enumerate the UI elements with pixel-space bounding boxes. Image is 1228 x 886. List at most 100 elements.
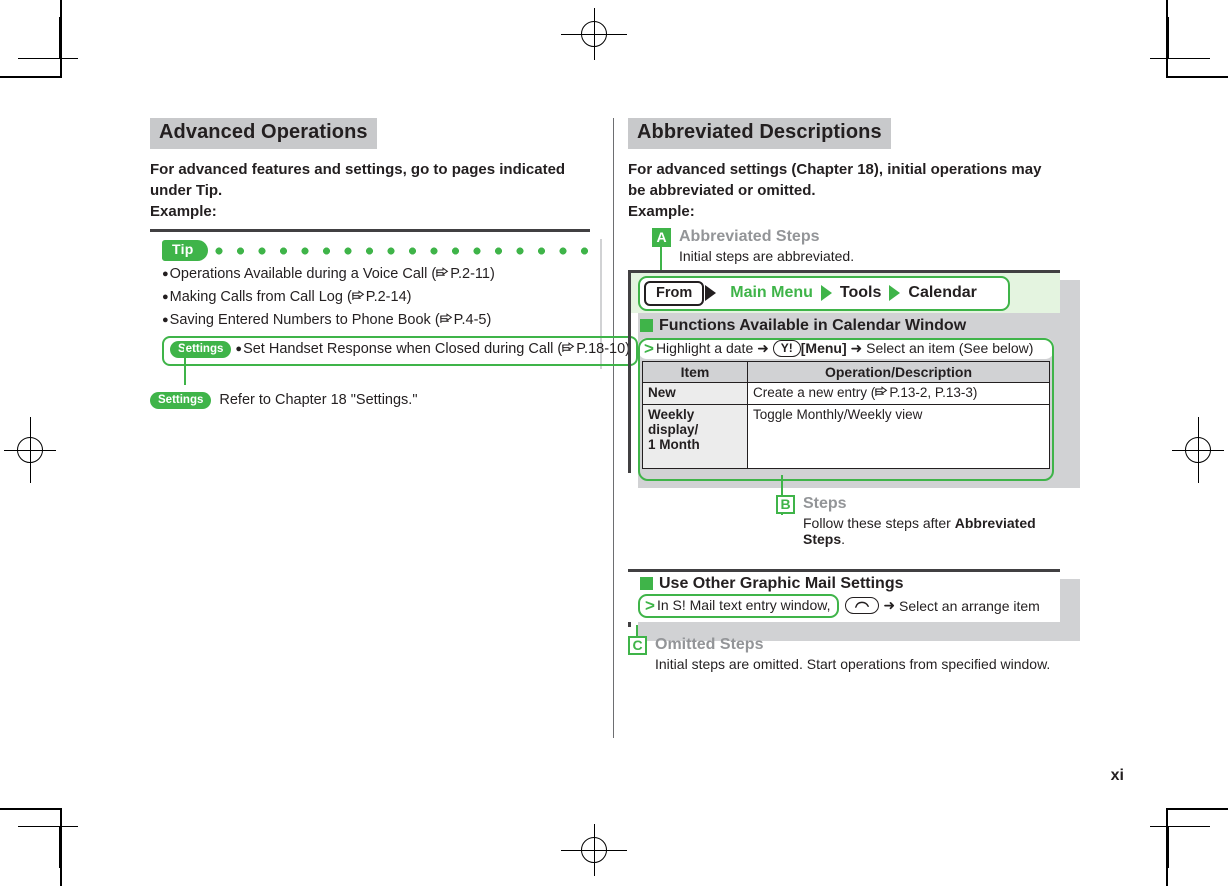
menu-key-label: [Menu] [801, 340, 847, 356]
table-cell-close: ) [973, 385, 978, 400]
callout-b-desc: Follow these steps after Abbreviated Ste… [803, 515, 1078, 547]
callout-c: C Omitted Steps Initial steps are omitte… [628, 636, 1078, 672]
bullet-icon: ● [162, 314, 169, 326]
settings-badge: Settings [150, 392, 211, 409]
tip-header-row: Tip [162, 240, 590, 262]
right-section-title: Abbreviated Descriptions [628, 118, 891, 149]
tip-item-close: ) [490, 266, 495, 282]
example-panel-1: From Main Menu Tools Calendar Functions … [628, 270, 1078, 469]
registration-mark-bottom [561, 824, 627, 876]
table-cell-item: New [643, 382, 748, 404]
right-lead-line-2: be abbreviated or omitted. [628, 181, 1078, 201]
step-suffix: Select an item (See below) [866, 340, 1033, 356]
tip-item-text: Set Handset Response when Closed during … [243, 341, 562, 357]
arrow-right-icon: ➜ [847, 340, 867, 357]
tip-item-text: Saving Entered Numbers to Phone Book ( [170, 312, 440, 328]
tip-item: ●Making Calls from Call Log ( P.2-14) [162, 287, 590, 310]
table-cell-desc: Toggle Monthly/Weekly view [748, 404, 1050, 468]
callout-b: B Steps Follow these steps after Abbrevi… [776, 495, 1078, 547]
tip-highlighted-item: Settings ●Set Handset Response when Clos… [162, 336, 638, 366]
tip-item-ref: P.2-14 [366, 289, 407, 305]
example-panel-2: Use Other Graphic Mail Settings > In S! … [628, 569, 1078, 622]
square-bullet-icon [640, 577, 653, 590]
steps-line-box: > Highlight a date ➜ Y! [Menu] ➜ Select … [638, 338, 1054, 359]
callout-a-title: Abbreviated Steps [679, 228, 819, 246]
graphic-mail-step-box: > In S! Mail text entry window, [638, 594, 839, 618]
left-column: Advanced Operations For advanced feature… [150, 118, 600, 409]
marker-b: B [776, 495, 795, 514]
from-navigation-box[interactable]: From Main Menu Tools Calendar [638, 276, 1010, 311]
step-prefix: Highlight a date [656, 340, 753, 356]
graphic-mail-step-prefix: In S! Mail text entry window, [657, 597, 831, 613]
step-marker-icon: > [645, 597, 655, 614]
tip-dotted-rule [215, 247, 590, 255]
left-section-title: Advanced Operations [150, 118, 377, 149]
tip-item-close: ) [486, 312, 491, 328]
graphic-mail-step-suffix: Select an arrange item [899, 598, 1040, 614]
tip-box: Tip ●Operations Available during a Voice… [150, 232, 600, 370]
marker-a: A [652, 228, 671, 247]
settings-legend-text: Refer to Chapter 18 "Settings." [219, 392, 417, 408]
breadcrumb-main-menu[interactable]: Main Menu [730, 284, 813, 302]
tip-item-close: ) [407, 289, 412, 305]
pointing-hand-icon [440, 312, 454, 333]
settings-badge: Settings [170, 341, 231, 358]
callout-c-header: C Omitted Steps [628, 636, 1078, 655]
left-lead-line-2: under Tip. [150, 181, 600, 201]
pointing-hand-icon [875, 386, 889, 402]
registration-mark-left [4, 417, 56, 483]
step-marker-icon: > [644, 340, 654, 357]
bullet-icon: ● [235, 343, 242, 355]
functions-table: Item Operation/Description New Create a … [642, 361, 1050, 469]
table-row: Weekly display/ 1 Month Toggle Monthly/W… [643, 404, 1050, 468]
callout-a: A Abbreviated Steps Initial steps are ab… [652, 228, 1078, 264]
registration-mark-right [1172, 417, 1224, 483]
tip-item-ref: P.18-10 [576, 341, 625, 357]
table-header-item: Item [643, 361, 748, 382]
callout-b-desc-suffix: . [841, 531, 845, 547]
left-example-label: Example: [150, 203, 600, 220]
column-divider [613, 118, 614, 738]
table-cell-item: Weekly display/ 1 Month [643, 404, 748, 468]
tip-item-text: Making Calls from Call Log ( [170, 289, 352, 305]
pointing-hand-icon [436, 266, 450, 287]
manual-page: Advanced Operations For advanced feature… [0, 0, 1228, 886]
table-cell-desc: Create a new entry ( P.13-2, P.13-3) [748, 382, 1050, 404]
settings-legend: Settings Refer to Chapter 18 "Settings." [150, 392, 600, 409]
right-lead-line-1: For advanced settings (Chapter 18), init… [628, 160, 1078, 180]
breadcrumb-calendar[interactable]: Calendar [908, 284, 976, 302]
right-column: Abbreviated Descriptions For advanced se… [628, 118, 1078, 672]
bullet-icon: ● [162, 268, 169, 280]
breadcrumb-tools[interactable]: Tools [840, 284, 881, 302]
table-header-row: Item Operation/Description [643, 361, 1050, 382]
tip-item: ●Operations Available during a Voice Cal… [162, 264, 590, 287]
pointing-hand-icon [562, 341, 576, 362]
chevron-right-icon [821, 285, 832, 301]
tip-pill: Tip [162, 240, 208, 261]
right-example-label: Example: [628, 203, 1078, 220]
from-key-label: From [644, 281, 704, 306]
tip-item-ref: P.2-11 [450, 266, 490, 282]
marker-c: C [628, 636, 647, 655]
callout-connector-line [184, 347, 186, 385]
bullet-icon: ● [162, 291, 169, 303]
table-cell-ref: P.13-2, P.13-3 [889, 385, 973, 400]
callout-b-title: Steps [803, 495, 847, 513]
callout-b-header: B Steps [776, 495, 1078, 514]
table-row: New Create a new entry ( P.13-2, P.13-3) [643, 382, 1050, 404]
functions-heading-text: Functions Available in Calendar Window [659, 317, 966, 335]
table-header-operation: Operation/Description [748, 361, 1050, 382]
graphic-mail-step-row: > In S! Mail text entry window, ➜ Select… [638, 594, 1060, 618]
call-key-icon [845, 597, 879, 614]
arrow-right-icon: ➜ [753, 340, 773, 357]
registration-mark-top [561, 8, 627, 60]
callout-c-desc: Initial steps are omitted. Start operati… [655, 656, 1078, 672]
graphic-mail-heading-text: Use Other Graphic Mail Settings [659, 575, 904, 593]
callout-a-header: A Abbreviated Steps [652, 228, 1078, 247]
steps-and-table-group: > Highlight a date ➜ Y! [Menu] ➜ Select … [638, 338, 1054, 469]
chevron-right-icon [889, 285, 900, 301]
callout-c-title: Omitted Steps [655, 636, 763, 654]
functions-heading: Functions Available in Calendar Window [640, 317, 1060, 335]
table-cell-desc-text: Create a new entry ( [753, 385, 875, 400]
page-number: xi [1111, 767, 1124, 785]
